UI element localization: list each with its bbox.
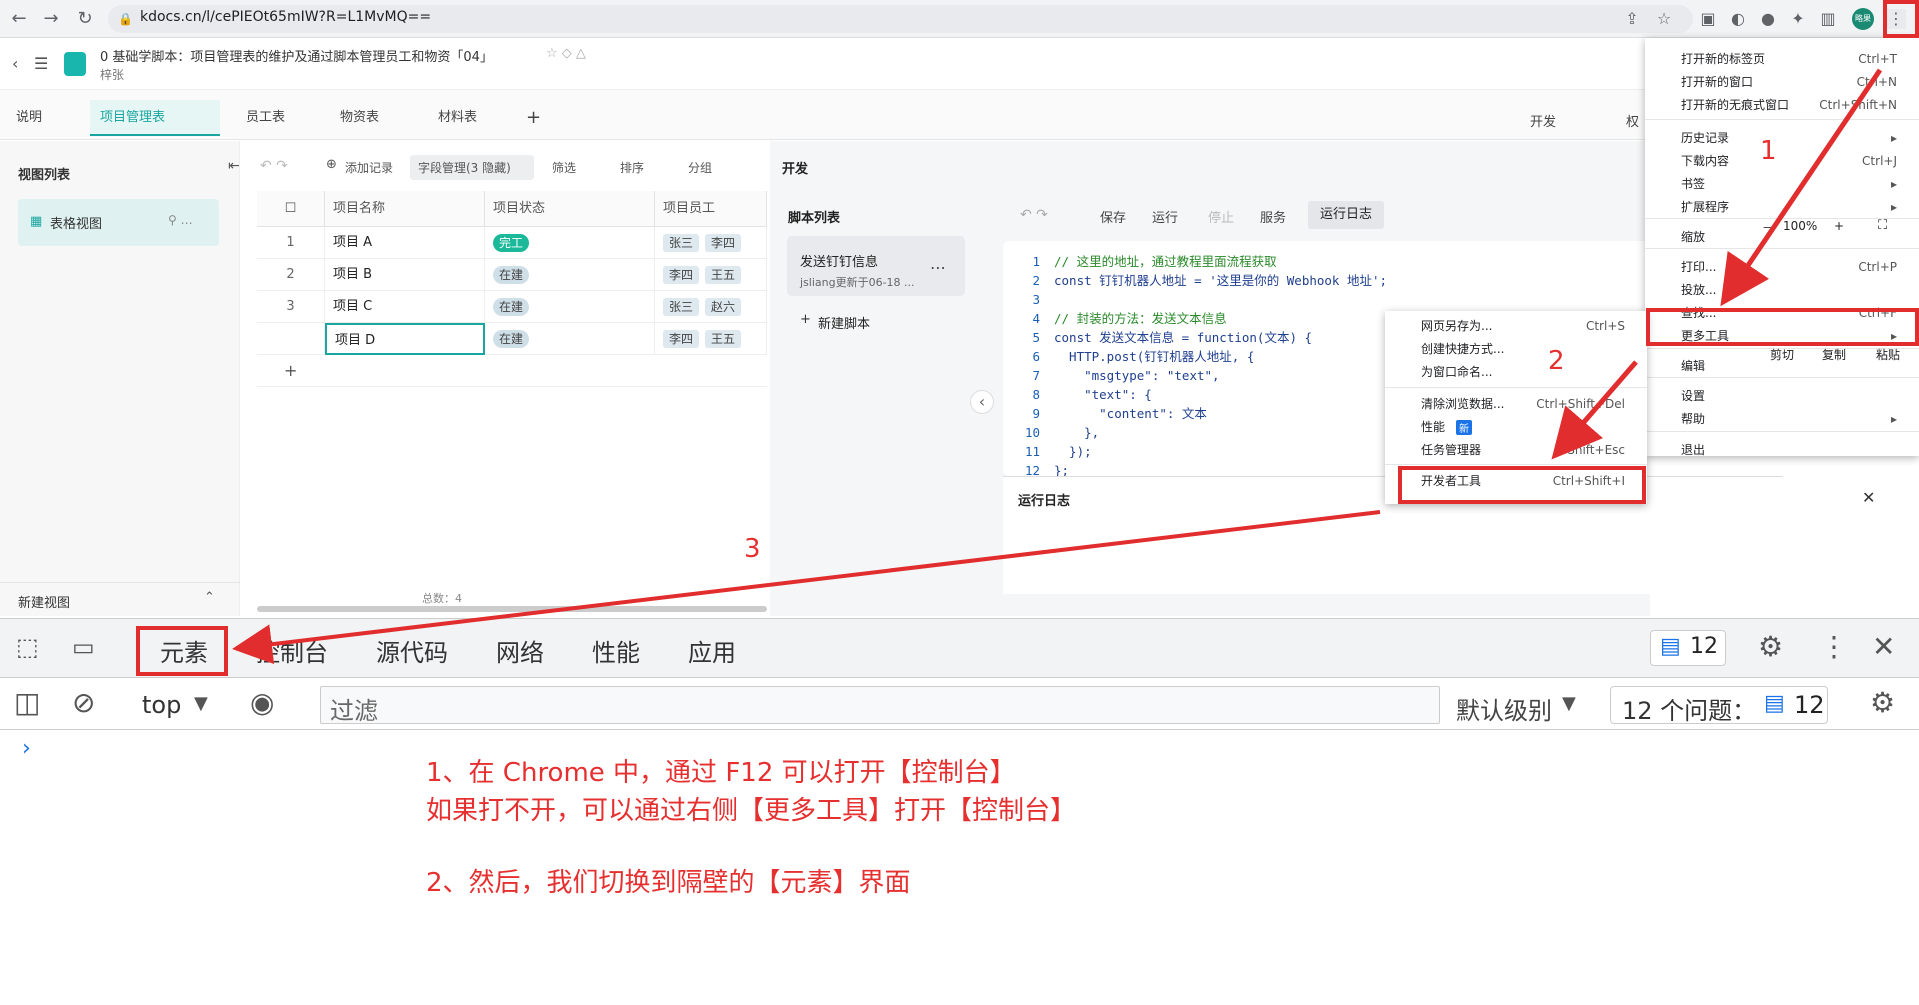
instruction-line-2: 如果打不开，可以通过右侧【更多工具】打开【控制台】 — [426, 796, 1077, 826]
annotation-arrows — [232, 68, 1883, 665]
instruction-line-3: 2、然后，我们切换到隔壁的【元素】界面 — [426, 868, 911, 898]
instruction-line-1: 1、在 Chrome 中，通过 F12 可以打开【控制台】 — [426, 758, 1016, 788]
